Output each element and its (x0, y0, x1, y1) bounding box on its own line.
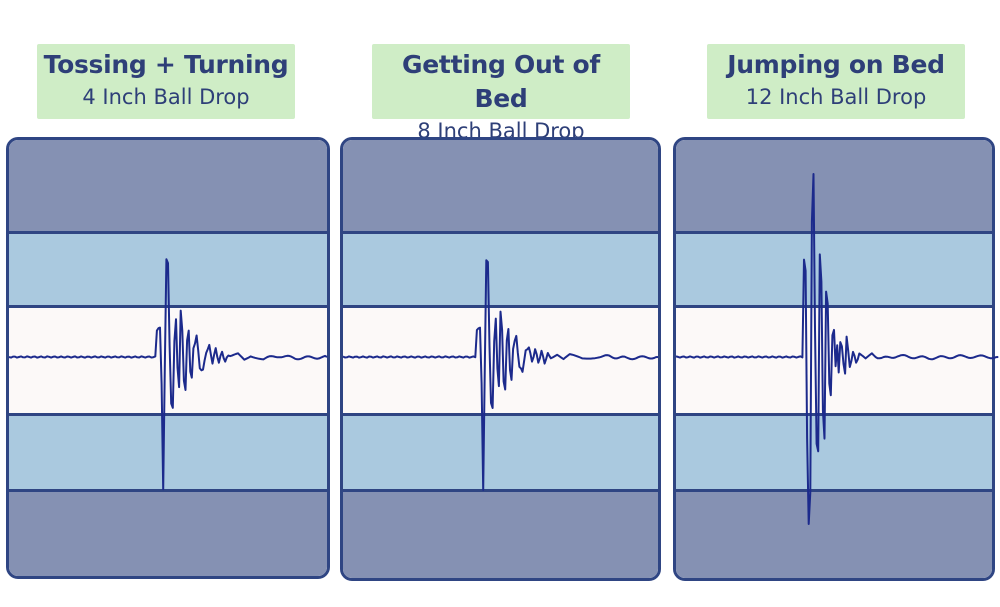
waveform-trace-1 (8, 258, 328, 491)
waveform-layer (8, 173, 999, 525)
waveform-trace-3 (675, 173, 999, 525)
waveform-trace-2 (342, 259, 659, 491)
